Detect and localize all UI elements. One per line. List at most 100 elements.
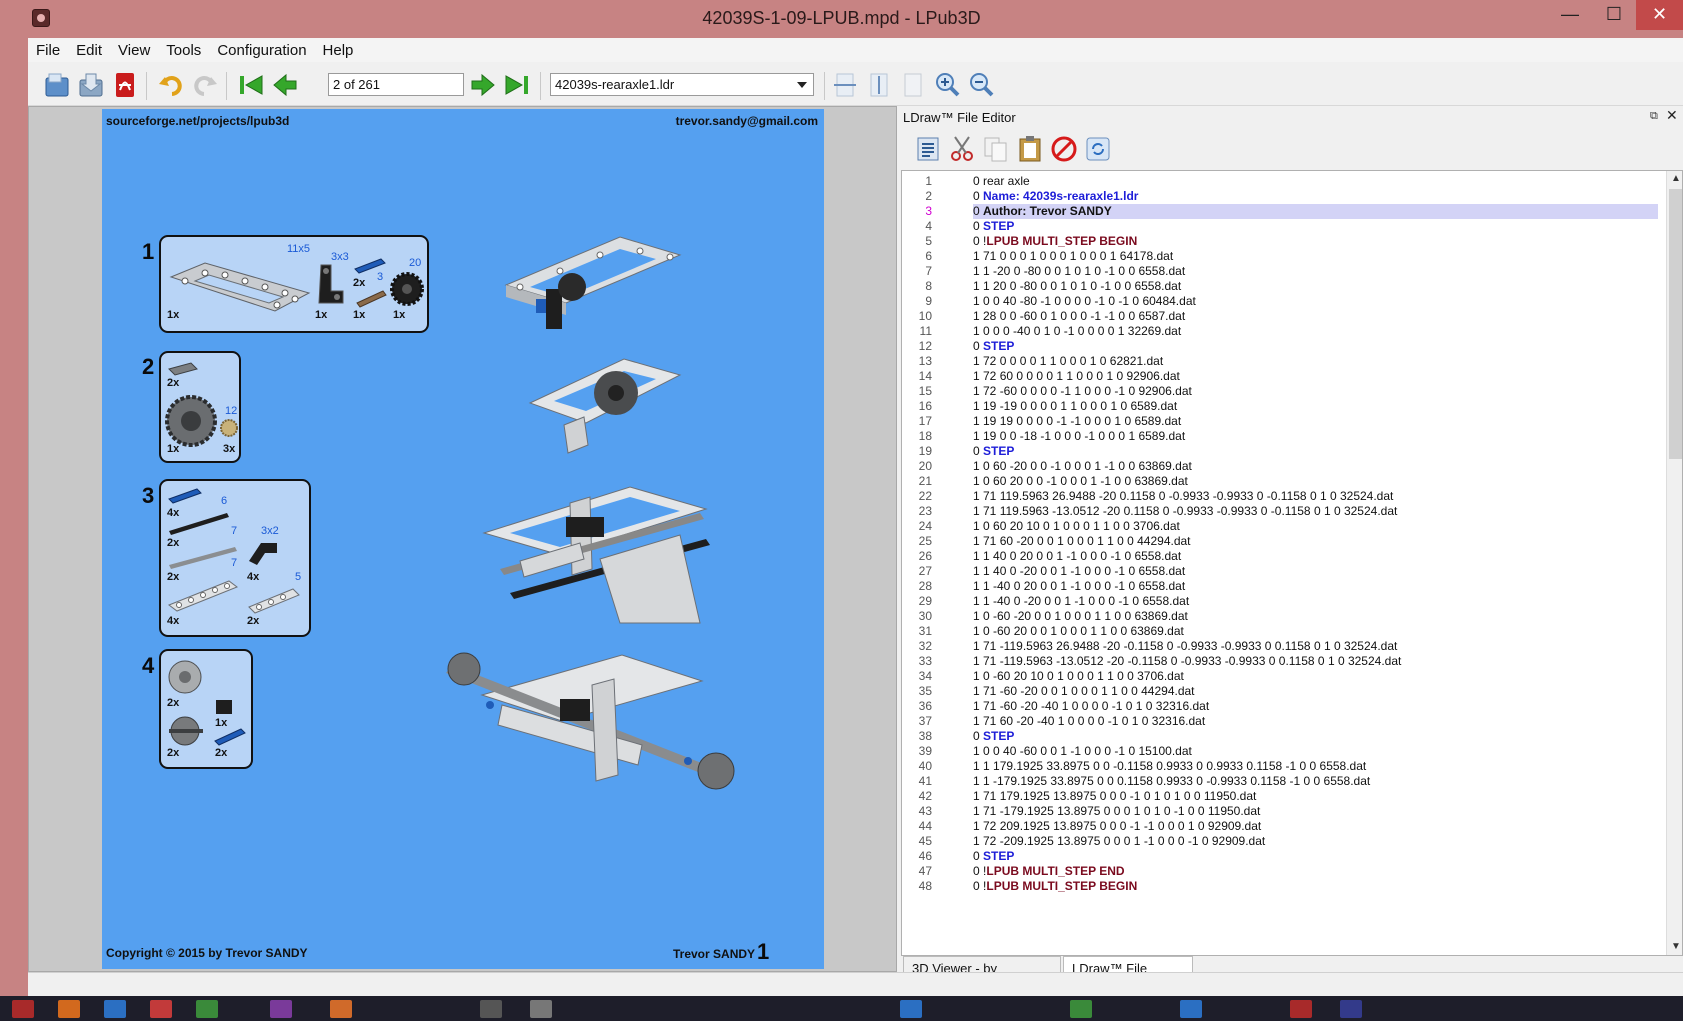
code-line[interactable]: 1 72 -209.1925 13.8975 0 0 0 1 -1 0 0 0 …: [973, 834, 1265, 849]
save-file-icon[interactable]: [76, 70, 106, 100]
first-page-icon[interactable]: [236, 70, 266, 100]
taskbar-app-icon[interactable]: [58, 1000, 80, 1018]
code-line[interactable]: 1 0 -60 20 0 0 1 0 0 0 1 1 0 0 63869.dat: [973, 624, 1184, 639]
code-line[interactable]: 1 71 -119.5963 -13.0512 -20 -0.1158 0 -0…: [973, 654, 1401, 669]
code-line[interactable]: 1 0 60 20 0 0 -1 0 0 0 1 -1 0 0 63869.da…: [973, 474, 1188, 489]
scroll-down-icon[interactable]: ▼: [1671, 941, 1681, 952]
export-pdf-icon[interactable]: [110, 70, 140, 100]
code-line[interactable]: 1 0 0 0 -40 0 1 0 -1 0 0 0 0 1 32269.dat: [973, 324, 1181, 339]
menu-view[interactable]: View: [110, 38, 158, 62]
undo-icon[interactable]: [156, 70, 186, 100]
menu-help[interactable]: Help: [315, 38, 362, 62]
code-line[interactable]: 0 Author: Trevor SANDY: [973, 204, 1112, 219]
code-editor[interactable]: 1 2 3 4 5 6 7 8 9 10 11 12 13 14 15 16 17 18 19 20 21 22 23 24 2…: [901, 170, 1683, 956]
minimize-button[interactable]: —: [1548, 0, 1592, 30]
taskbar-app-icon[interactable]: [1290, 1000, 1312, 1018]
cut-icon[interactable]: [947, 134, 977, 164]
code-line[interactable]: 1 1 179.1925 33.8975 0 0 -0.1158 0.9933 …: [973, 759, 1366, 774]
scroll-up-icon[interactable]: ▲: [1671, 173, 1681, 184]
code-line[interactable]: 0 STEP: [973, 339, 1014, 354]
code-line[interactable]: 0 Name: 42039s-rearaxle1.ldr: [973, 189, 1138, 204]
code-line[interactable]: 1 0 -60 -20 0 0 1 0 0 0 1 1 0 0 63869.da…: [973, 609, 1188, 624]
taskbar-app-icon[interactable]: [270, 1000, 292, 1018]
code-line[interactable]: 1 1 -20 0 -80 0 0 1 0 1 0 -1 0 0 6558.da…: [973, 264, 1185, 279]
code-line[interactable]: 1 1 -40 0 -20 0 0 1 -1 0 0 0 -1 0 6558.d…: [973, 594, 1189, 609]
code-line[interactable]: 1 28 0 0 -60 0 1 0 0 0 -1 -1 0 0 6587.da…: [973, 309, 1185, 324]
code-line[interactable]: 1 1 -40 0 20 0 0 1 -1 0 0 0 -1 0 6558.da…: [973, 579, 1185, 594]
code-line[interactable]: 0 STEP: [973, 849, 1014, 864]
copy-icon[interactable]: [981, 134, 1011, 164]
code-line[interactable]: 1 72 -60 0 0 0 0 -1 1 0 0 0 -1 0 92906.d…: [973, 384, 1192, 399]
code-line[interactable]: 1 71 -60 -20 0 0 1 0 0 0 1 1 0 0 44294.d…: [973, 684, 1195, 699]
menu-configuration[interactable]: Configuration: [209, 38, 314, 62]
code-line[interactable]: 0 STEP: [973, 729, 1014, 744]
code-line[interactable]: 0 STEP: [973, 444, 1014, 459]
code-line[interactable]: 0 STEP: [973, 219, 1014, 234]
title-bar[interactable]: 42039S-1-09-LPUB.mpd - LPub3D — ☐ ✕: [0, 0, 1683, 38]
code-line[interactable]: 0 !LPUB MULTI_STEP BEGIN: [973, 234, 1137, 249]
paste-icon[interactable]: [1015, 134, 1045, 164]
menu-file[interactable]: File: [28, 38, 68, 62]
code-line[interactable]: 1 0 -60 20 10 0 1 0 0 0 1 1 0 0 3706.dat: [973, 669, 1184, 684]
actual-size-icon[interactable]: [898, 70, 928, 100]
code-line[interactable]: 1 71 179.1925 13.8975 0 0 0 -1 0 1 0 1 0…: [973, 789, 1256, 804]
taskbar-app-icon[interactable]: [196, 1000, 218, 1018]
code-line[interactable]: 1 71 -179.1925 13.8975 0 0 0 1 0 1 0 -1 …: [973, 804, 1260, 819]
taskbar-app-icon[interactable]: [330, 1000, 352, 1018]
page-view[interactable]: sourceforge.net/projects/lpub3d trevor.s…: [28, 106, 897, 972]
taskbar-app-icon[interactable]: [900, 1000, 922, 1018]
code-line[interactable]: 1 0 60 20 10 0 1 0 0 0 1 1 0 0 3706.dat: [973, 519, 1180, 534]
code-line[interactable]: 1 1 -179.1925 33.8975 0 0 0.1158 0.9933 …: [973, 774, 1370, 789]
code-line[interactable]: 1 71 119.5963 -13.0512 -20 0.1158 0 -0.9…: [973, 504, 1397, 519]
taskbar-app-icon[interactable]: [1070, 1000, 1092, 1018]
close-window-button[interactable]: ✕: [1636, 0, 1683, 30]
code-line[interactable]: 1 19 0 0 -18 -1 0 0 0 -1 0 0 0 1 6589.da…: [973, 429, 1185, 444]
code-line[interactable]: 1 71 -119.5963 26.9488 -20 -0.1158 0 -0.…: [973, 639, 1397, 654]
taskbar-app-icon[interactable]: [530, 1000, 552, 1018]
scrollbar-thumb[interactable]: [1669, 189, 1682, 459]
redo-icon[interactable]: [190, 70, 220, 100]
taskbar-app-icon[interactable]: [104, 1000, 126, 1018]
code-line[interactable]: 1 1 20 0 -80 0 0 1 0 1 0 -1 0 0 6558.dat: [973, 279, 1181, 294]
submodel-select[interactable]: 42039s-rearaxle1.ldr: [550, 73, 814, 96]
code-line[interactable]: 1 19 19 0 0 0 0 -1 -1 0 0 0 1 0 6589.dat: [973, 414, 1181, 429]
code-line[interactable]: 1 71 0 0 0 1 0 0 0 1 0 0 0 1 64178.dat: [973, 249, 1173, 264]
code-line[interactable]: 1 0 60 -20 0 0 -1 0 0 0 1 -1 0 0 63869.d…: [973, 459, 1192, 474]
code-line[interactable]: 1 71 -60 -20 -40 1 0 0 0 0 -1 0 1 0 3231…: [973, 699, 1209, 714]
code-line[interactable]: 1 72 0 0 0 0 1 1 0 0 0 1 0 62821.dat: [973, 354, 1163, 369]
menu-tools[interactable]: Tools: [158, 38, 209, 62]
menu-edit[interactable]: Edit: [68, 38, 110, 62]
taskbar-app-icon[interactable]: [480, 1000, 502, 1018]
code-line[interactable]: 1 0 0 40 -60 0 0 1 -1 0 0 0 -1 0 15100.d…: [973, 744, 1192, 759]
fit-width-icon[interactable]: [830, 70, 860, 100]
parts-list[interactable]: 4x 6 2x 7 2x 7 3x2 4x 4x 5 2x: [159, 479, 311, 637]
code-line[interactable]: 1 0 0 40 -80 -1 0 0 0 0 -1 0 -1 0 60484.…: [973, 294, 1196, 309]
taskbar-app-icon[interactable]: [12, 1000, 34, 1018]
dock-close-icon[interactable]: ✕: [1666, 107, 1678, 124]
code-line[interactable]: 0 !LPUB MULTI_STEP END: [973, 864, 1125, 879]
zoom-out-icon[interactable]: [966, 70, 996, 100]
taskbar-app-icon[interactable]: [1340, 1000, 1362, 1018]
previous-page-icon[interactable]: [270, 70, 300, 100]
code-line[interactable]: 1 72 209.1925 13.8975 0 0 0 -1 -1 0 0 0 …: [973, 819, 1261, 834]
taskbar-app-icon[interactable]: [1180, 1000, 1202, 1018]
code-line[interactable]: 1 1 40 0 -20 0 0 1 -1 0 0 0 -1 0 6558.da…: [973, 564, 1185, 579]
code-line[interactable]: 1 1 40 0 20 0 0 1 -1 0 0 0 -1 0 6558.dat: [973, 549, 1181, 564]
code-line[interactable]: 1 71 60 -20 0 0 1 0 0 0 1 1 0 0 44294.da…: [973, 534, 1191, 549]
refresh-icon[interactable]: [1083, 134, 1113, 164]
page-number-field[interactable]: 2 of 261: [328, 73, 464, 96]
parts-list[interactable]: 2x 1x 12 3x: [159, 351, 241, 463]
taskbar-app-icon[interactable]: [150, 1000, 172, 1018]
dock-float-icon[interactable]: ⧉: [1650, 110, 1658, 123]
fit-visible-icon[interactable]: [864, 70, 894, 100]
maximize-button[interactable]: ☐: [1592, 0, 1636, 30]
code-line[interactable]: 1 72 60 0 0 0 0 1 1 0 0 0 1 0 92906.dat: [973, 369, 1180, 384]
vertical-scrollbar[interactable]: ▲ ▼: [1666, 171, 1682, 955]
zoom-in-icon[interactable]: [932, 70, 962, 100]
next-page-icon[interactable]: [468, 70, 498, 100]
code-line[interactable]: 0 rear axle: [973, 174, 1030, 189]
open-file-icon[interactable]: [42, 70, 72, 100]
parts-list[interactable]: 11x5 1x 3x3 1x 2x 3 1x 20 1x: [159, 235, 429, 333]
code-line[interactable]: 1 19 -19 0 0 0 0 1 1 0 0 0 1 0 6589.dat: [973, 399, 1177, 414]
code-line[interactable]: 1 71 60 -20 -40 1 0 0 0 0 -1 0 1 0 32316…: [973, 714, 1205, 729]
